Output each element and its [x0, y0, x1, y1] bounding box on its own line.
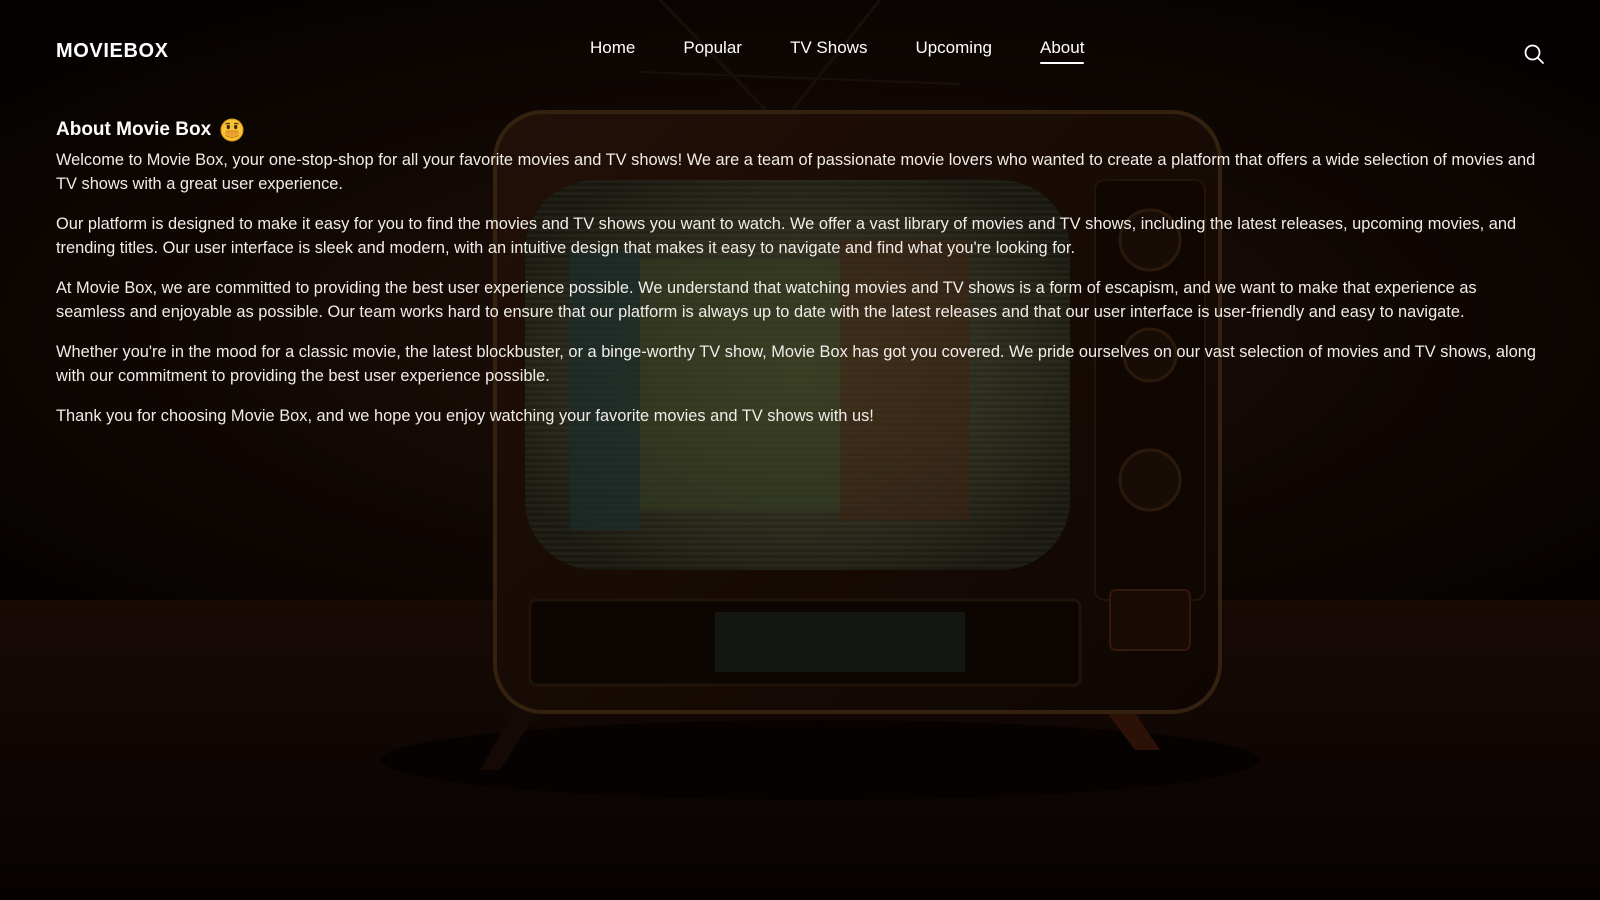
- page-title: About Movie Box: [56, 119, 212, 140]
- about-page: MOVIEBOX Home Popular TV Shows Upcoming …: [0, 0, 1600, 900]
- main-nav: Home Popular TV Shows Upcoming About: [566, 38, 1108, 64]
- about-paragraph: Whether you're in the mood for a classic…: [56, 343, 1536, 385]
- site-header: MOVIEBOX Home Popular TV Shows Upcoming …: [0, 0, 1600, 108]
- about-section: About Movie Box Welcome to Movie Box, yo…: [56, 118, 1546, 444]
- nav-item-home[interactable]: Home: [590, 38, 635, 64]
- moviebox-logo[interactable]: MOVIEBOX: [56, 40, 169, 63]
- about-paragraph: Thank you for choosing Movie Box, and we…: [56, 407, 874, 425]
- search-button[interactable]: [1522, 42, 1546, 66]
- about-paragraph: Welcome to Movie Box, your one-stop-shop…: [56, 151, 1536, 193]
- search-icon: [1524, 44, 1544, 64]
- about-paragraph: Our platform is designed to make it easy…: [56, 215, 1517, 257]
- face-with-hand-over-mouth-emoji-icon: [220, 118, 244, 142]
- nav-item-upcoming[interactable]: Upcoming: [915, 38, 992, 64]
- about-title-row: About Movie Box: [56, 118, 1546, 142]
- nav-item-popular[interactable]: Popular: [683, 38, 742, 64]
- nav-item-about[interactable]: About: [1040, 38, 1085, 64]
- nav-item-tv-shows[interactable]: TV Shows: [790, 38, 867, 64]
- about-paragraph: At Movie Box, we are committed to provid…: [56, 279, 1477, 321]
